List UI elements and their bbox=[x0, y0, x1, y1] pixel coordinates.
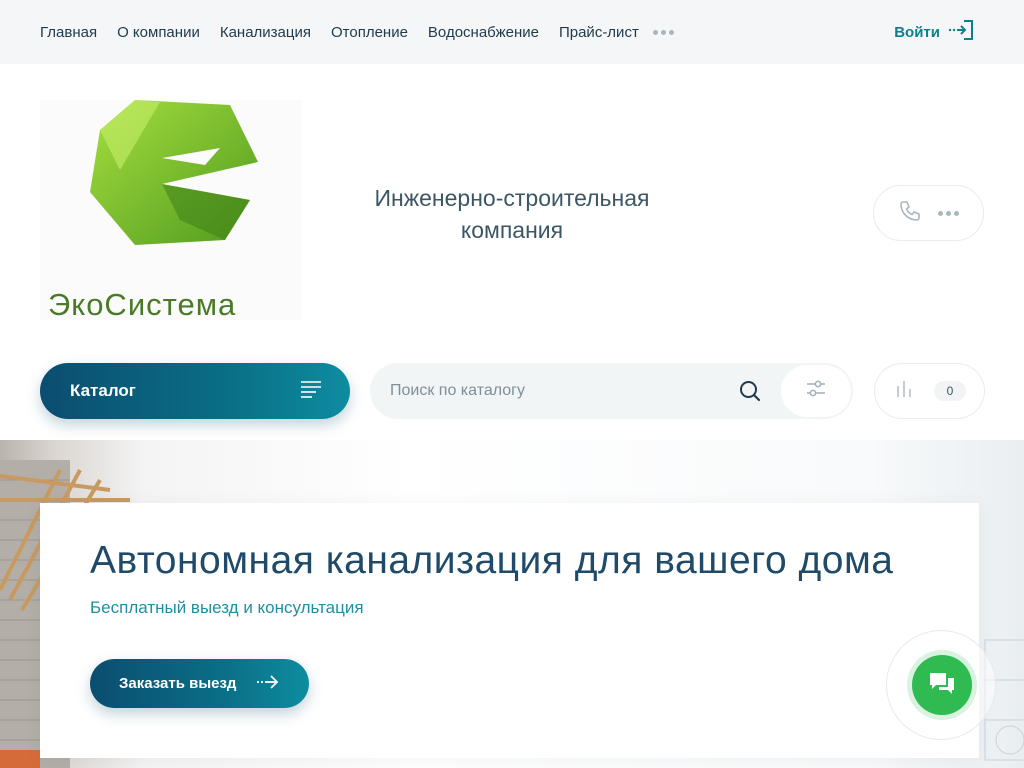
tagline-line-2: компания bbox=[460, 217, 564, 243]
logo-wordmark: ЭкоСистема bbox=[48, 287, 236, 320]
nav-item-heating[interactable]: Отопление bbox=[331, 24, 408, 41]
compare-chart-icon bbox=[895, 380, 913, 403]
nav-item-water-supply[interactable]: Водоснабжение bbox=[428, 24, 539, 41]
search-input[interactable] bbox=[390, 363, 730, 419]
chat-button[interactable] bbox=[912, 655, 972, 715]
order-visit-button[interactable]: Заказать выезд bbox=[90, 659, 309, 708]
company-tagline: Инженерно-строительная компания bbox=[352, 182, 672, 246]
nav-more-icon[interactable] bbox=[652, 29, 674, 35]
nav-item-home[interactable]: Главная bbox=[40, 24, 97, 41]
order-visit-label: Заказать выезд bbox=[119, 675, 237, 692]
more-icon[interactable] bbox=[938, 210, 959, 216]
compare-count-badge: 0 bbox=[934, 381, 966, 401]
hero-title: Автономная канализация для вашего дома bbox=[90, 539, 894, 582]
nav-item-price-list[interactable]: Прайс-лист bbox=[559, 24, 639, 41]
catalog-search bbox=[370, 363, 853, 419]
filter-icon bbox=[805, 379, 827, 404]
login-button[interactable]: Войти bbox=[894, 0, 976, 64]
phone-icon[interactable] bbox=[898, 199, 922, 228]
main-menu: Главная О компании Канализация Отопление… bbox=[40, 0, 674, 64]
hero-subtitle: Бесплатный выезд и консультация bbox=[90, 598, 364, 617]
filter-button[interactable] bbox=[781, 365, 851, 417]
menu-lines-icon bbox=[300, 380, 322, 403]
login-label: Войти bbox=[894, 23, 940, 41]
hero-banner: Автономная канализация для вашего дома Б… bbox=[40, 503, 979, 758]
company-logo[interactable]: ЭкоСистема bbox=[40, 100, 302, 322]
tagline-line-1: Инженерно-строительная bbox=[374, 185, 650, 211]
login-icon bbox=[948, 18, 976, 47]
top-navigation: Главная О компании Канализация Отопление… bbox=[0, 0, 1024, 64]
catalog-button[interactable]: Каталог bbox=[40, 363, 350, 419]
search-icon[interactable] bbox=[738, 379, 762, 403]
catalog-label: Каталог bbox=[70, 381, 136, 400]
chat-icon bbox=[928, 670, 956, 701]
compare-button[interactable]: 0 bbox=[874, 363, 985, 419]
phone-contacts[interactable] bbox=[873, 185, 984, 241]
nav-item-sewerage[interactable]: Канализация bbox=[220, 24, 311, 41]
arrow-right-icon bbox=[256, 674, 280, 694]
nav-item-about[interactable]: О компании bbox=[117, 24, 200, 41]
